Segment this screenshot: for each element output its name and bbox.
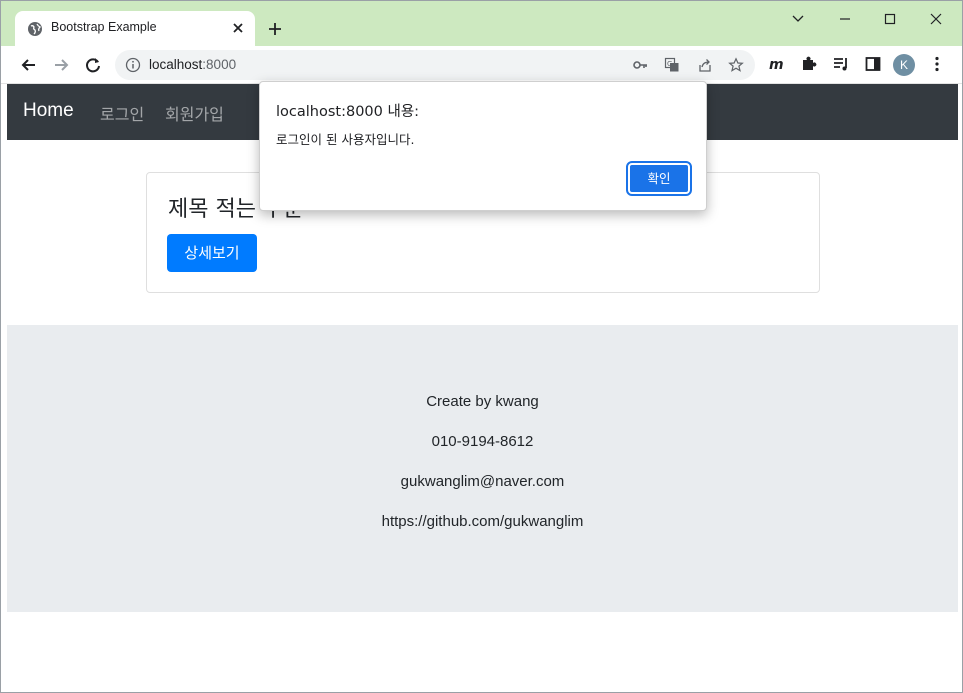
key-icon[interactable] [632,57,648,73]
footer-github: https://github.com/gukwanglim [381,513,584,530]
tab-strip: Bootstrap Example [1,1,962,46]
minimize-icon[interactable] [835,9,855,29]
close-tab-icon[interactable] [229,19,247,37]
dialog-heading: localhost:8000 내용: [276,104,420,120]
back-arrow-icon[interactable] [18,54,40,76]
svg-text:G: G [667,60,672,68]
more-menu-icon[interactable] [928,55,946,73]
nav-link-signup[interactable]: 회원가입 [165,101,224,125]
footer-phone: 010-9194-8612 [431,433,534,450]
extensions-puzzle-icon[interactable] [800,55,818,73]
maximize-icon[interactable] [880,9,900,29]
dialog-message: 로그인이 된 사용자입니다. [276,132,415,147]
dialog-ok-button[interactable]: 확인 [626,161,692,196]
share-icon[interactable] [697,57,713,73]
svg-text:m: m [769,57,784,73]
media-queue-icon[interactable] [832,55,850,73]
site-info-icon[interactable] [125,57,141,73]
address-bar[interactable]: localhost:8000 G [115,50,755,80]
detail-view-button[interactable]: 상세보기 [167,234,257,272]
profile-avatar[interactable]: K [893,54,915,76]
tab-search-chevron-icon[interactable] [788,9,808,29]
reload-icon[interactable] [82,54,104,76]
browser-toolbar: localhost:8000 G m K [1,46,962,84]
translate-icon[interactable]: G [664,57,680,73]
new-tab-icon[interactable] [265,19,285,39]
side-panel-icon[interactable] [864,55,882,73]
tab-bootstrap-example[interactable]: Bootstrap Example [15,11,255,46]
globe-icon [28,22,42,36]
navbar-brand-home[interactable]: Home [23,100,74,122]
m-extension-icon[interactable]: m [768,55,786,73]
forward-arrow-icon[interactable] [50,54,72,76]
browser-window: Bootstrap Example localhost:8000 G m K H… [0,0,963,693]
footer: Create by kwang 010-9194-8612 gukwanglim… [7,325,958,612]
url-port: :8000 [202,57,237,72]
bookmark-star-icon[interactable] [728,57,744,73]
footer-email: gukwanglim@naver.com [400,473,565,490]
url-text[interactable]: localhost:8000 [149,57,236,72]
close-window-icon[interactable] [926,9,946,29]
tab-title: Bootstrap Example [51,20,157,34]
url-host: localhost [149,57,203,72]
alert-dialog: localhost:8000 내용: 로그인이 된 사용자입니다. 확인 [259,81,707,211]
nav-link-login[interactable]: 로그인 [100,101,144,125]
footer-credit: Create by kwang [426,393,539,410]
